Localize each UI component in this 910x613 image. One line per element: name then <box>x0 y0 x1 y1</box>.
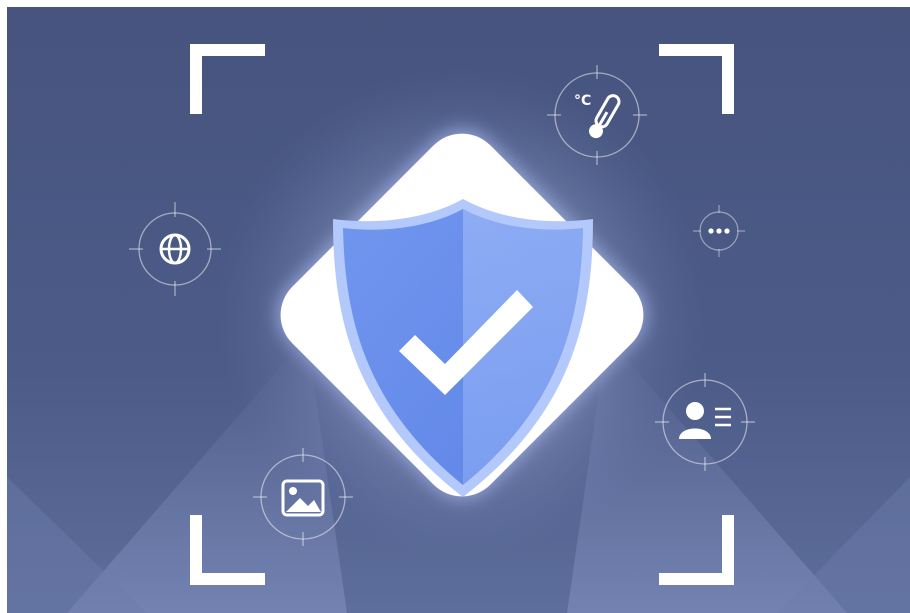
celsius-label: °C <box>574 93 591 109</box>
illustration-canvas: °C <box>7 7 910 613</box>
security-illustration: °C <box>7 7 910 613</box>
